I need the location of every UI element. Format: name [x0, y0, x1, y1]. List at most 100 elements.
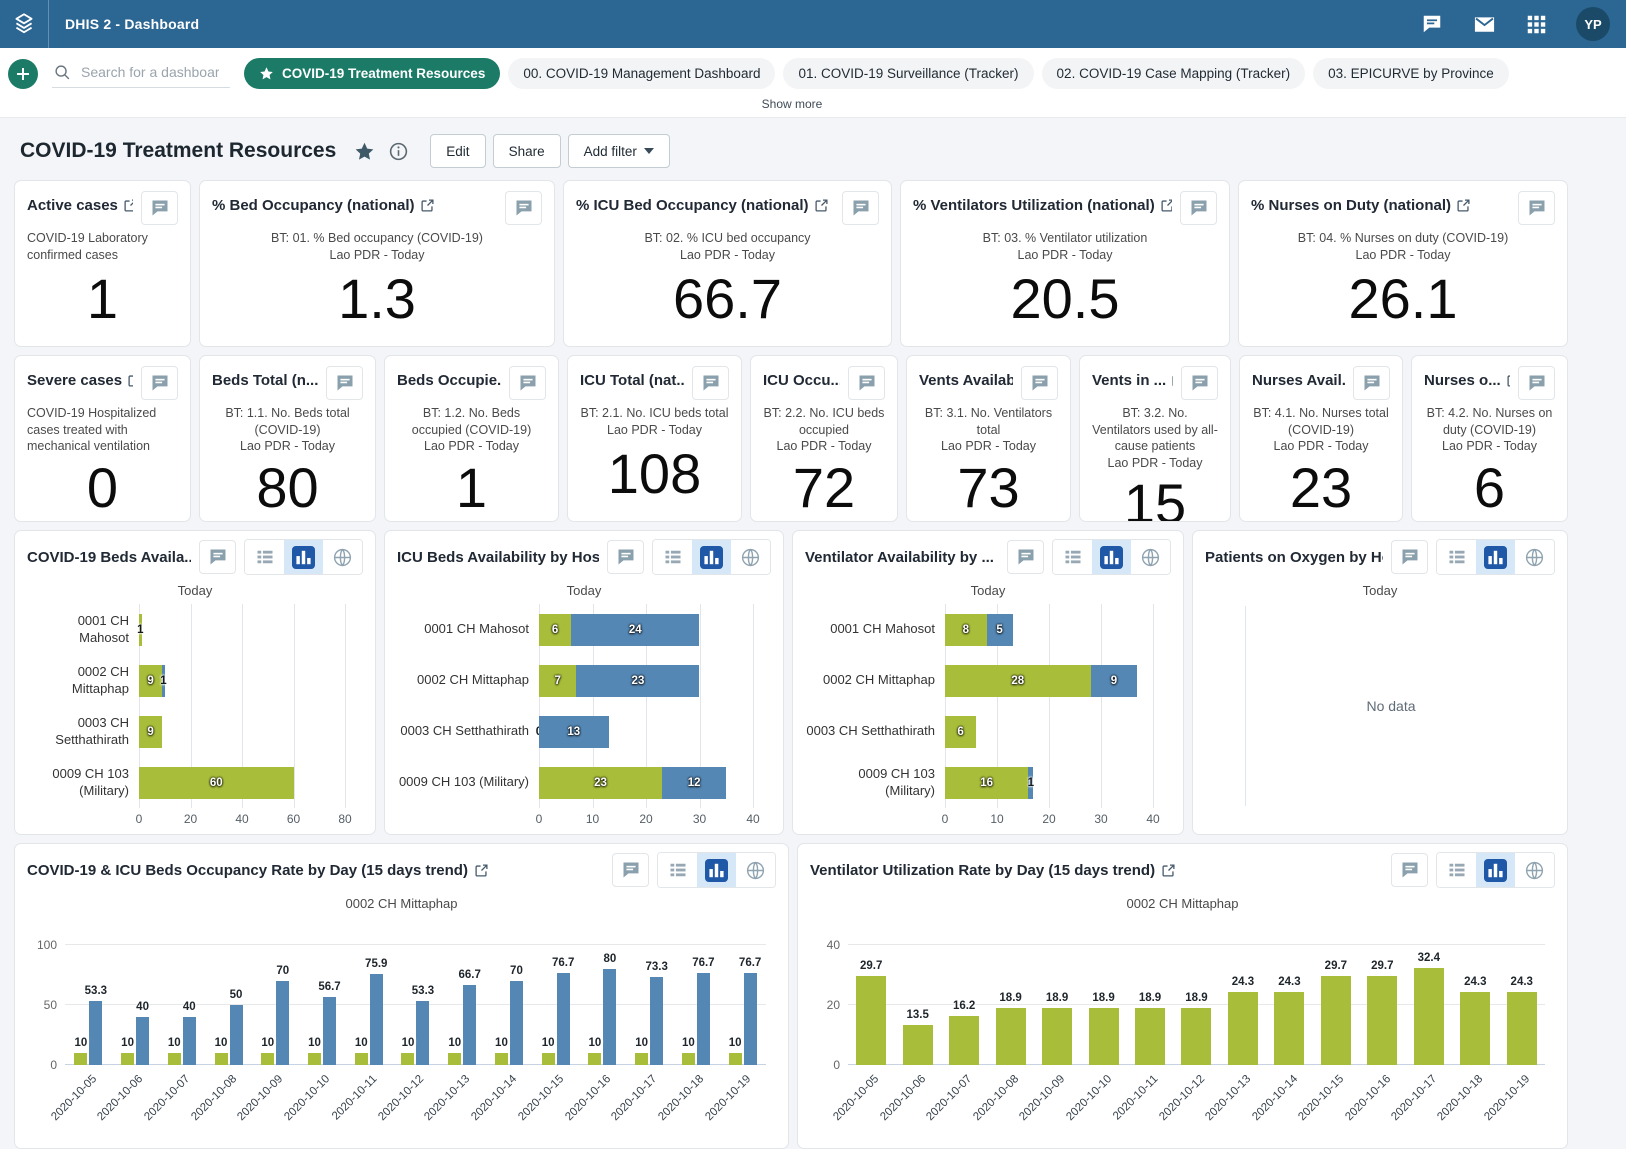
- user-avatar[interactable]: YP: [1576, 7, 1610, 41]
- map-view-button[interactable]: [1131, 540, 1170, 574]
- x-axis: 020406080: [139, 808, 345, 828]
- chart-subtitle: Today: [27, 575, 363, 600]
- open-in-app-icon[interactable]: [124, 199, 133, 212]
- table-view-button[interactable]: [658, 853, 697, 887]
- y-axis-line: [1245, 606, 1246, 806]
- card-title: % ICU Bed Occupancy (national): [576, 191, 834, 214]
- map-view-button[interactable]: [736, 853, 775, 887]
- chart-view-button[interactable]: [1476, 853, 1515, 887]
- show-more-link[interactable]: Show more: [8, 89, 1576, 117]
- table-view-button[interactable]: [653, 540, 692, 574]
- card-header: Active cases: [27, 191, 178, 225]
- messages-icon[interactable]: [1472, 12, 1496, 36]
- open-in-app-icon[interactable]: [128, 374, 133, 387]
- dashboard-chip[interactable]: 01. COVID-19 Surveillance (Tracker): [783, 58, 1033, 89]
- comments-button[interactable]: [509, 366, 546, 400]
- new-dashboard-button[interactable]: [8, 59, 38, 89]
- chart-view-button[interactable]: [284, 540, 323, 574]
- open-in-app-icon[interactable]: [815, 199, 828, 212]
- bar-value-label: 10: [293, 1037, 337, 1049]
- table-view-button[interactable]: [1437, 853, 1476, 887]
- open-in-app-icon[interactable]: [1172, 374, 1173, 387]
- table-icon: [668, 860, 688, 880]
- comments-button[interactable]: [326, 366, 363, 400]
- map-view-button[interactable]: [323, 540, 362, 574]
- chart-view-button[interactable]: [1092, 540, 1131, 574]
- globe-icon: [740, 547, 761, 568]
- open-in-app-icon[interactable]: [1162, 864, 1175, 877]
- bar-group: 18.9: [1173, 915, 1219, 1065]
- stat-card: % ICU Bed Occupancy (national)BT: 02. % …: [563, 180, 892, 347]
- search-input[interactable]: [79, 63, 221, 81]
- comments-button[interactable]: [848, 366, 885, 400]
- dashboard-chip[interactable]: 02. COVID-19 Case Mapping (Tracker): [1042, 58, 1306, 89]
- category-labels: 0001 CH Mahosot0002 CH Mittaphap0003 CH …: [27, 604, 139, 808]
- edit-button[interactable]: Edit: [430, 134, 485, 168]
- bar-segment: 6: [945, 716, 976, 748]
- bar-value-label: 24.3: [1453, 976, 1497, 988]
- map-view-button[interactable]: [1515, 853, 1554, 887]
- comments-button[interactable]: [199, 540, 236, 574]
- comments-button[interactable]: [1021, 366, 1058, 400]
- star-dashboard-icon[interactable]: [352, 139, 376, 163]
- bar: [401, 1053, 414, 1065]
- bar-row: 2312: [539, 757, 753, 808]
- date-label: 2020-10-13: [1203, 1073, 1253, 1123]
- chip-label: 01. COVID-19 Surveillance (Tracker): [798, 66, 1018, 81]
- bar-row: 624: [539, 604, 753, 655]
- comments-button[interactable]: [141, 366, 178, 400]
- dashboard-chip[interactable]: 00. COVID-19 Management Dashboard: [508, 58, 775, 89]
- y-tick-label: 50: [44, 998, 57, 1012]
- comments-button[interactable]: [612, 853, 649, 887]
- open-in-app-icon[interactable]: [1507, 374, 1510, 387]
- open-in-app-icon[interactable]: [1457, 199, 1470, 212]
- info-icon[interactable]: [386, 139, 410, 163]
- comments-button[interactable]: [607, 540, 644, 574]
- top-app-bar: DHIS 2 - Dashboard YP: [0, 0, 1626, 48]
- card-title: Beds Total (n...: [212, 366, 318, 389]
- table-view-button[interactable]: [245, 540, 284, 574]
- dashboard-chip[interactable]: 03. EPICURVE by Province: [1313, 58, 1509, 89]
- comments-button[interactable]: [692, 366, 729, 400]
- stat-card: Severe casesCOVID-19 Hospitalized cases …: [14, 355, 191, 522]
- table-view-button[interactable]: [1437, 540, 1476, 574]
- map-view-button[interactable]: [731, 540, 770, 574]
- comments-button[interactable]: [1391, 853, 1428, 887]
- x-tick-label: 10: [586, 812, 599, 826]
- comments-button[interactable]: [141, 191, 178, 225]
- comments-button[interactable]: [1518, 366, 1555, 400]
- comments-button[interactable]: [505, 191, 542, 225]
- chart-view-button[interactable]: [1476, 540, 1515, 574]
- open-in-app-icon[interactable]: [475, 864, 488, 877]
- x-tick-label: 0: [536, 812, 543, 826]
- comments-button[interactable]: [842, 191, 879, 225]
- card-title: Nurses Avail...: [1252, 366, 1345, 389]
- bar-segment: 8: [945, 614, 987, 646]
- table-view-button[interactable]: [1053, 540, 1092, 574]
- comments-button[interactable]: [1181, 366, 1218, 400]
- bar-segment: 1: [139, 614, 142, 646]
- interpretations-icon[interactable]: [1420, 12, 1444, 36]
- bar-value-label: 1: [160, 675, 166, 687]
- share-button[interactable]: Share: [493, 134, 561, 168]
- dhis2-logo[interactable]: [0, 0, 49, 48]
- comments-button[interactable]: [1353, 366, 1390, 400]
- chart-view-button[interactable]: [697, 853, 736, 887]
- apps-menu-icon[interactable]: [1524, 12, 1548, 36]
- bar: [603, 969, 616, 1065]
- add-filter-button[interactable]: Add filter: [568, 134, 670, 168]
- open-in-app-icon[interactable]: [1161, 199, 1172, 212]
- dashboard-search[interactable]: [52, 59, 230, 88]
- comments-button[interactable]: [1518, 191, 1555, 225]
- x-tick-label: 10: [990, 812, 1003, 826]
- card-title: Nurses o...: [1424, 366, 1510, 389]
- map-view-button[interactable]: [1515, 540, 1554, 574]
- subtitle-line: BT: 3.1. No. Ventilators total: [919, 405, 1058, 438]
- comments-button[interactable]: [1007, 540, 1044, 574]
- comments-button[interactable]: [1391, 540, 1428, 574]
- comments-button[interactable]: [1180, 191, 1217, 225]
- open-in-app-icon[interactable]: [421, 199, 434, 212]
- dashboard-chip-selected[interactable]: COVID-19 Treatment Resources: [244, 58, 500, 89]
- bar: [557, 973, 570, 1065]
- chart-view-button[interactable]: [692, 540, 731, 574]
